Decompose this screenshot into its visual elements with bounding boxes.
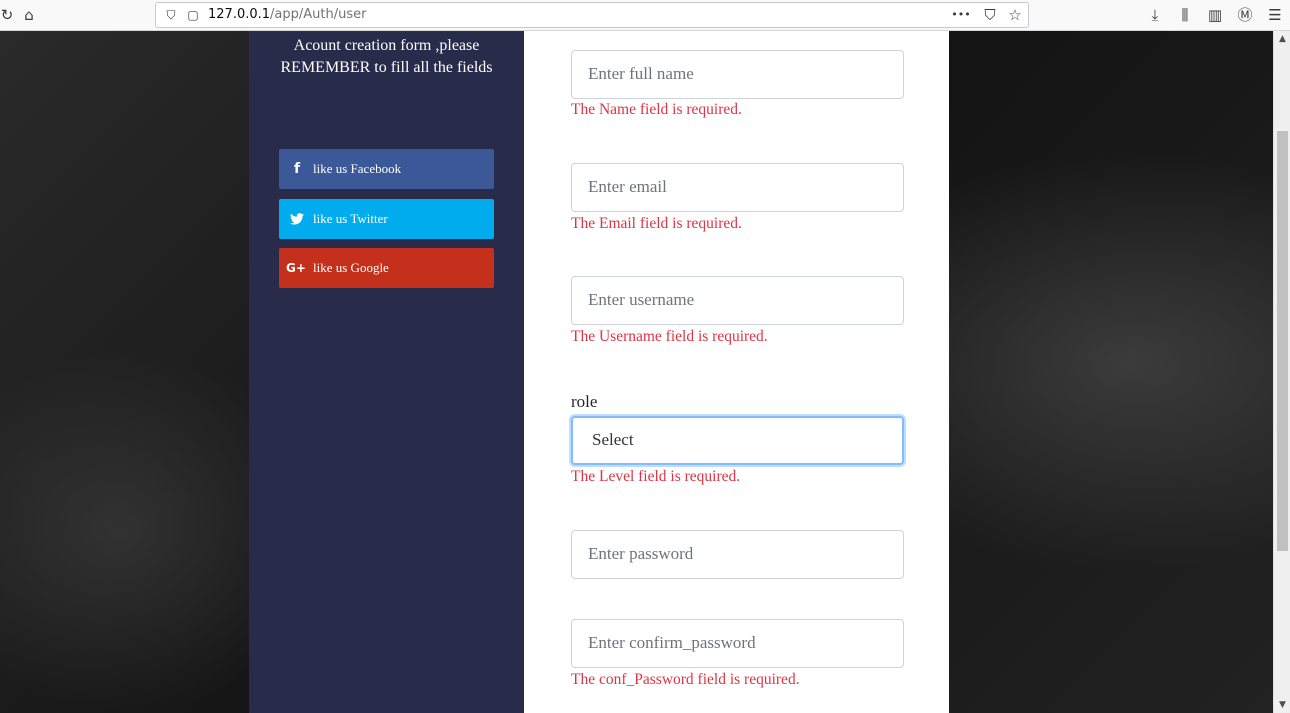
email-error: The Email field is required. xyxy=(571,215,742,232)
home-icon[interactable]: ⌂ xyxy=(18,4,40,26)
confirm-password-placeholder: Enter confirm_password xyxy=(588,633,756,652)
sidebar-icon[interactable]: ▥ xyxy=(1204,4,1226,26)
confirm-password-error: The conf_Password field is required. xyxy=(571,671,800,688)
pocket-icon[interactable]: ⛉ xyxy=(979,4,1001,26)
info-sidebar: Acount creation form ,please REMEMBER to… xyxy=(249,31,524,713)
email-placeholder: Enter email xyxy=(588,177,667,196)
reload-icon[interactable]: ↻ xyxy=(0,4,18,26)
role-selected-value: Select xyxy=(592,430,634,449)
role-label: role xyxy=(571,392,598,411)
facebook-icon: f xyxy=(293,161,301,177)
username-error: The Username field is required. xyxy=(571,328,768,345)
url-text[interactable]: 127.0.0.1/app/Auth/user xyxy=(208,7,366,22)
twitter-button[interactable]: like us Twitter xyxy=(279,199,494,239)
google-plus-icon: G+ xyxy=(286,261,306,275)
bookmark-star-icon[interactable]: ☆ xyxy=(1004,4,1026,26)
url-bar[interactable]: ⛉ ▢ 127.0.0.1/app/Auth/user ••• ⛉ ☆ xyxy=(155,2,1029,28)
url-host: 127.0.0.1 xyxy=(208,7,271,22)
google-button[interactable]: G+ like us Google xyxy=(279,248,494,288)
menu-icon[interactable]: ☰ xyxy=(1264,4,1286,26)
page-icon[interactable]: ▢ xyxy=(182,4,204,26)
browser-toolbar: ↻ ⌂ ⛉ ▢ 127.0.0.1/app/Auth/user ••• ⛉ ☆ … xyxy=(0,0,1290,31)
facebook-label: like us Facebook xyxy=(313,161,402,176)
scroll-thumb[interactable] xyxy=(1277,131,1288,551)
scroll-up-icon[interactable]: ▲ xyxy=(1274,31,1290,47)
confirm-password-input[interactable]: Enter confirm_password xyxy=(571,619,904,668)
page-actions-icon[interactable]: ••• xyxy=(950,4,972,26)
role-select[interactable]: Select xyxy=(571,416,904,465)
email-input[interactable]: Enter email xyxy=(571,163,904,212)
download-icon[interactable]: ⤓ xyxy=(1144,4,1166,26)
facebook-button[interactable]: f like us Facebook xyxy=(279,149,494,189)
username-input[interactable]: Enter username xyxy=(571,276,904,325)
username-placeholder: Enter username xyxy=(588,290,695,309)
page-background: Acount creation form ,please REMEMBER to… xyxy=(0,31,1290,713)
fullname-placeholder: Enter full name xyxy=(588,64,694,83)
fullname-input[interactable]: Enter full name xyxy=(571,50,904,99)
vertical-scrollbar[interactable]: ▲ ▼ xyxy=(1273,31,1290,713)
role-error: The Level field is required. xyxy=(571,468,741,485)
twitter-label: like us Twitter xyxy=(313,211,388,226)
sidebar-title: Acount creation form ,please REMEMBER to… xyxy=(280,37,493,76)
password-placeholder: Enter password xyxy=(588,544,694,563)
fullname-error: The Name field is required. xyxy=(571,101,742,118)
account-icon[interactable]: Ⓜ xyxy=(1234,4,1256,26)
library-icon[interactable]: ⫼ xyxy=(1174,4,1196,26)
url-path: /app/Auth/user xyxy=(270,7,367,22)
google-label: like us Google xyxy=(313,260,389,275)
twitter-icon xyxy=(287,199,307,241)
scroll-down-icon[interactable]: ▼ xyxy=(1274,697,1290,713)
shield-icon[interactable]: ⛉ xyxy=(160,4,182,26)
registration-form: Enter full name The Name field is requir… xyxy=(524,31,949,713)
password-input[interactable]: Enter password xyxy=(571,530,904,579)
